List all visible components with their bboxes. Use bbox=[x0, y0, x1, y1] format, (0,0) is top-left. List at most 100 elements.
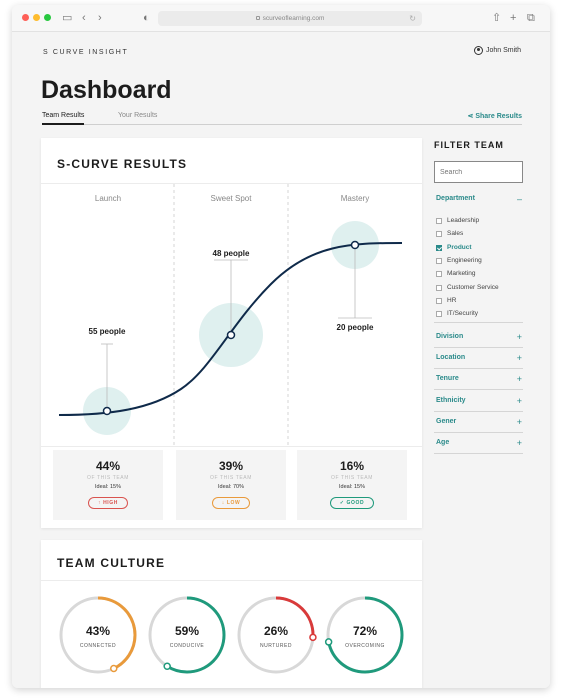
filter-group-label: Division bbox=[436, 333, 464, 340]
collapse-icon[interactable]: – bbox=[517, 189, 522, 209]
department-option-label: Sales bbox=[447, 230, 464, 238]
share-results-button[interactable]: ⋖ Share Results bbox=[468, 112, 523, 120]
filter-title: FILTER TEAM bbox=[434, 140, 504, 150]
sweet-spot-marker bbox=[226, 330, 236, 340]
department-option-label: Leadership bbox=[447, 217, 480, 224]
filter-group-age[interactable]: Age + bbox=[434, 433, 523, 454]
back-icon[interactable]: ‹ bbox=[82, 11, 86, 25]
minimize-window-button[interactable] bbox=[33, 14, 40, 21]
filter-group-department[interactable]: Department – bbox=[434, 189, 523, 210]
launch-count: 55 people bbox=[89, 327, 126, 336]
filter-group-label: Location bbox=[436, 354, 466, 362]
expand-icon[interactable]: + bbox=[517, 369, 522, 389]
stat-percent: 16% bbox=[339, 459, 365, 473]
scurve-results-card: S-CURVE RESULTS 55 people 48 people 20 p… bbox=[41, 138, 422, 528]
stat-subtitle: OF THIS TEAM bbox=[330, 475, 374, 481]
expand-icon[interactable]: + bbox=[517, 391, 522, 411]
filter-group-gener[interactable]: Gener + bbox=[434, 412, 523, 433]
scurve-title: S-CURVE RESULTS bbox=[57, 157, 188, 171]
new-tab-icon[interactable]: + bbox=[510, 11, 516, 25]
filter-group-label: Tenure bbox=[436, 375, 459, 383]
share-results-label: Share Results bbox=[475, 113, 522, 120]
search-input[interactable] bbox=[434, 161, 523, 183]
ring-end-marker bbox=[163, 662, 171, 670]
app-content: S CURVE INSIGHT John Smith Dashboard Tea… bbox=[12, 32, 550, 688]
stat-subtitle: OF THIS TEAM bbox=[86, 475, 130, 481]
card-divider bbox=[41, 446, 422, 447]
checkbox[interactable] bbox=[436, 311, 442, 318]
browser-titlebar: ▭ ‹ › ◐ scurveoflearning.com ↻ ⇧ + ⧉ bbox=[12, 5, 550, 32]
mastery-stat: 16% OF THIS TEAM Ideal: 15% ✓ GOOD bbox=[297, 450, 407, 520]
ring-label: CONNECTED bbox=[80, 643, 116, 649]
filter-group-location[interactable]: Location + bbox=[434, 348, 523, 370]
checkbox[interactable] bbox=[436, 244, 442, 251]
stat-percent: 44% bbox=[95, 459, 121, 473]
ring-label: OVERCOMING bbox=[345, 643, 385, 649]
forward-icon[interactable]: › bbox=[98, 11, 102, 25]
sweet-spot-count: 48 people bbox=[213, 249, 250, 258]
expand-icon[interactable]: + bbox=[517, 433, 522, 453]
department-option-label: Marketing bbox=[447, 270, 476, 278]
ring-end-marker bbox=[309, 633, 317, 642]
expand-icon[interactable]: + bbox=[517, 327, 522, 347]
checkbox[interactable] bbox=[436, 297, 442, 304]
culture-title: TEAM CULTURE bbox=[57, 556, 166, 570]
checkbox[interactable] bbox=[436, 218, 442, 224]
reload-icon[interactable]: ↻ bbox=[409, 11, 416, 26]
stat-ideal: Ideal: 15% bbox=[95, 484, 121, 490]
tab-your-results[interactable]: Your Results bbox=[118, 112, 157, 125]
checkbox[interactable] bbox=[436, 257, 442, 264]
culture-rings: 43% CONNECTED 59% CONDUCIVE 26% NURTURED… bbox=[59, 596, 404, 674]
filter-group-ethnicity[interactable]: Ethnicity + bbox=[434, 391, 523, 412]
filter-group-label: Age bbox=[436, 439, 450, 446]
expand-icon[interactable]: + bbox=[517, 348, 522, 368]
scurve-chart: 55 people 48 people 20 people bbox=[58, 184, 403, 446]
tab-overview-icon[interactable]: ⧉ bbox=[527, 11, 535, 25]
team-culture-card: TEAM CULTURE 43% CONNECTED 59% CONDUCIVE… bbox=[41, 540, 422, 688]
arrow-up-icon: ↑ bbox=[97, 500, 102, 506]
user-name: John Smith bbox=[485, 47, 521, 54]
stage-label-launch: Launch bbox=[94, 194, 122, 203]
lock-icon bbox=[255, 16, 260, 21]
checkbox[interactable] bbox=[436, 271, 442, 278]
checkbox[interactable] bbox=[436, 231, 442, 238]
filter-divider bbox=[434, 322, 523, 323]
department-option-label: Customer Service bbox=[447, 283, 499, 291]
checkbox[interactable] bbox=[436, 284, 442, 291]
expand-icon[interactable]: + bbox=[517, 412, 522, 432]
share-page-icon[interactable]: ⇧ bbox=[492, 11, 501, 25]
department-option-label: HR bbox=[447, 296, 457, 304]
department-option-label: Product bbox=[447, 243, 472, 251]
ring-percent: 43% bbox=[86, 624, 110, 638]
stat-ideal: Ideal: 15% bbox=[339, 484, 365, 490]
user-icon bbox=[473, 46, 483, 55]
ring-percent: 26% bbox=[264, 624, 288, 638]
card-divider bbox=[41, 580, 422, 581]
filter-group-division[interactable]: Division + bbox=[434, 327, 523, 348]
check-icon: ✓ bbox=[339, 500, 345, 506]
sidebar-toggle-icon[interactable]: ▭ bbox=[62, 11, 72, 25]
sweet-spot-stat: 39% OF THIS TEAM Ideal: 70% ↓ LOW bbox=[176, 450, 286, 520]
user-menu[interactable]: John Smith bbox=[473, 46, 521, 55]
department-option-label: IT/Security bbox=[447, 310, 479, 318]
stat-percent: 39% bbox=[218, 459, 244, 473]
mastery-marker bbox=[350, 240, 360, 250]
filter-group-tenure[interactable]: Tenure + bbox=[434, 369, 523, 391]
arrow-down-icon: ↓ bbox=[221, 500, 225, 506]
address-bar[interactable]: scurveoflearning.com ↻ bbox=[158, 11, 422, 26]
maximize-window-button[interactable] bbox=[44, 14, 51, 21]
launch-marker bbox=[102, 406, 112, 416]
status-badge: ↑ HIGH bbox=[87, 497, 128, 509]
brand-logo: S CURVE INSIGHT bbox=[43, 49, 129, 56]
results-tabs: Team Results Your Results ⋖ Share Result… bbox=[42, 112, 522, 125]
mastery-count: 20 people bbox=[337, 323, 374, 332]
ring-percent: 59% bbox=[175, 624, 199, 638]
status-badge-label: HIGH bbox=[103, 500, 118, 506]
shield-icon[interactable]: ◐ bbox=[143, 11, 150, 25]
close-window-button[interactable] bbox=[22, 14, 29, 21]
page-title: Dashboard bbox=[41, 76, 172, 104]
department-option-label: Engineering bbox=[447, 256, 482, 264]
filter-group-label: Ethnicity bbox=[436, 396, 466, 404]
tab-team-results[interactable]: Team Results bbox=[42, 112, 85, 125]
stage-label-mastery: Mastery bbox=[340, 194, 370, 203]
